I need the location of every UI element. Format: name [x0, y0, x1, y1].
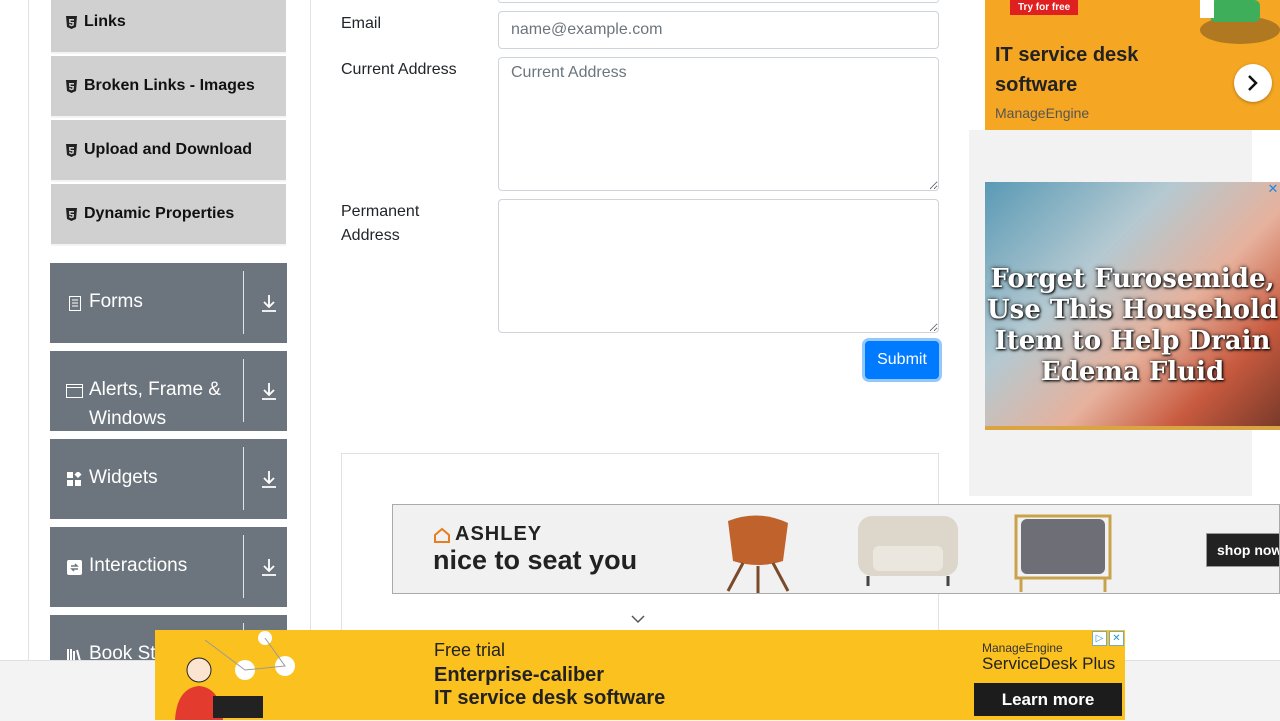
- close-icon[interactable]: ✕: [1109, 631, 1124, 646]
- chair-gray-image: [1014, 514, 1112, 592]
- download-icon[interactable]: [260, 381, 278, 401]
- email-field[interactable]: [498, 11, 939, 49]
- sidebar-item-broken-links[interactable]: Broken Links - Images: [51, 56, 286, 118]
- sidebar-group-widgets[interactable]: Widgets: [50, 439, 287, 519]
- ad-brand: ManageEngine: [995, 105, 1090, 121]
- current-address-label: Current Address: [341, 61, 457, 78]
- ad-it-service-desk[interactable]: Try for free IT service desk software Ma…: [985, 0, 1280, 130]
- sidebar-right-border: [310, 0, 311, 660]
- document-icon: [66, 295, 83, 311]
- ad-servicedesk-plus[interactable]: Free trial Enterprise-caliber IT service…: [155, 630, 1125, 720]
- chevron-down-icon[interactable]: [630, 612, 646, 624]
- chair-cream-image: [858, 516, 958, 586]
- sidebar-item-label: Broken Links - Images: [84, 77, 255, 94]
- person-laptop-illustration: [155, 630, 305, 720]
- window-icon: [66, 383, 83, 399]
- sidebar-item-dynamic-properties[interactable]: Dynamic Properties: [51, 184, 286, 246]
- ad-vendor: ManageEngine: [982, 641, 1063, 655]
- sidebar-left-border: [28, 0, 29, 660]
- ad-edema[interactable]: Forget Furosemide, Use This Household It…: [985, 182, 1280, 430]
- permanent-address-label: Permanent Address: [341, 203, 420, 244]
- permanent-address-field[interactable]: [498, 199, 939, 333]
- download-icon[interactable]: [260, 293, 278, 313]
- ad-free-trial: Free trial: [434, 640, 506, 660]
- ad-ashley[interactable]: ASHLEY nice to seat you shop now: [392, 504, 1280, 594]
- html5-icon: [65, 207, 77, 221]
- ad-headline: Forget Furosemide, Use This Household It…: [986, 264, 1278, 387]
- ad-brand: ASHLEY: [455, 523, 543, 545]
- sidebar-item-upload-download[interactable]: Upload and Download: [51, 120, 286, 182]
- sidebar-group-forms[interactable]: Forms: [50, 263, 287, 343]
- sidebar-group-label: Forms: [89, 291, 143, 312]
- ad-product: ServiceDesk Plus: [982, 654, 1116, 673]
- divider: [243, 359, 244, 422]
- html5-icon: [65, 15, 77, 29]
- divider: [243, 271, 244, 334]
- house-icon: [434, 527, 450, 543]
- current-address-field[interactable]: [498, 57, 939, 191]
- sidebar-group-label: Widgets: [89, 467, 158, 488]
- ad-choices[interactable]: ▷ ✕: [1092, 631, 1124, 646]
- sidebar-group-interactions[interactable]: Interactions: [50, 527, 287, 607]
- html5-icon: [65, 143, 77, 157]
- learn-more-button[interactable]: Learn more: [974, 683, 1122, 716]
- email-label: Email: [341, 15, 382, 32]
- books-icon: [66, 647, 83, 660]
- ad-title: IT service desk software: [995, 44, 1139, 96]
- sidebar-item-label: Dynamic Properties: [84, 205, 235, 222]
- divider: [243, 447, 244, 510]
- sidebar-item-label: Links: [84, 13, 126, 30]
- sidebar-item-links[interactable]: Links: [51, 0, 286, 54]
- html5-icon: [65, 79, 77, 93]
- chair-orange-image: [726, 515, 790, 593]
- sidebar-group-label: Interactions: [89, 555, 188, 576]
- ad-slogan: nice to seat you: [433, 545, 638, 575]
- widgets-icon: [66, 471, 83, 487]
- ad-line-1: Enterprise-caliber: [434, 664, 605, 686]
- shop-now-button[interactable]: shop now: [1206, 533, 1279, 567]
- ad-info-icon[interactable]: ▷: [1092, 631, 1107, 646]
- chevron-right-icon[interactable]: [1234, 64, 1272, 102]
- ad-tag: Try for free: [1010, 0, 1079, 15]
- sidebar-item-label: Upload and Download: [84, 141, 252, 158]
- submit-button[interactable]: Submit: [865, 341, 939, 379]
- full-name-input-edge[interactable]: [498, 0, 939, 3]
- download-icon[interactable]: [260, 469, 278, 489]
- illustration-icon: [1200, 0, 1280, 44]
- download-icon[interactable]: [260, 557, 278, 577]
- sidebar-group-label: Alerts, Frame & Windows: [89, 379, 221, 429]
- close-icon[interactable]: ✕: [1266, 181, 1280, 197]
- interactions-icon: [66, 559, 83, 575]
- divider: [243, 535, 244, 598]
- ad-line-2: IT service desk software: [434, 687, 666, 709]
- sidebar-group-alerts[interactable]: Alerts, Frame & Windows: [50, 351, 287, 431]
